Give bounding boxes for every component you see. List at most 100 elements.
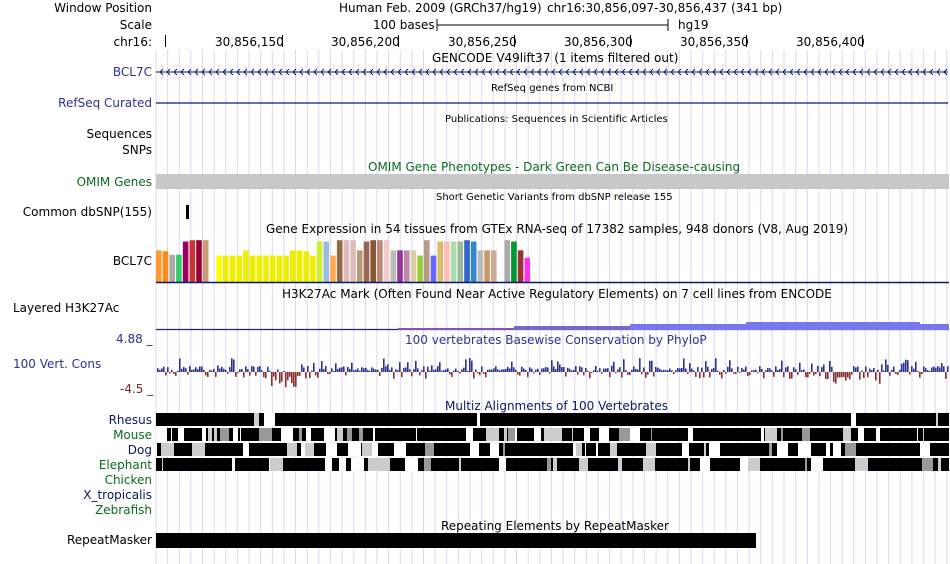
gtex-tissue-bar[interactable] (511, 241, 517, 282)
repeatmasker-element[interactable] (156, 533, 756, 548)
phylop-track-title[interactable]: 100 vertebrates Basewise Conservation by… (405, 333, 707, 347)
multiz-gap (651, 428, 652, 441)
gtex-tissue-bar[interactable] (169, 254, 175, 282)
phylop-bar (521, 366, 523, 372)
phylop-bar (421, 370, 423, 372)
repeatmasker-track-title[interactable]: Repeating Elements by RepeatMasker (441, 519, 669, 533)
gtex-tissue-bar[interactable] (444, 241, 450, 282)
gtex-tissue-bar[interactable] (316, 241, 323, 282)
gtex-tissue-bar[interactable] (484, 250, 490, 282)
publications-track-title[interactable]: Publications: Sequences in Scientific Ar… (445, 114, 668, 125)
gtex-tissue-bar[interactable] (370, 240, 376, 282)
gtex-tissue-bar[interactable] (517, 250, 524, 282)
gtex-tissue-bar[interactable] (310, 255, 316, 282)
gtex-tissue-bar[interactable] (156, 250, 162, 282)
h3k27ac-track-title[interactable]: H3K27Ac Mark (Often Found Near Active Re… (282, 287, 832, 301)
scale-bases: 100 bases (373, 18, 435, 32)
omim-track-title[interactable]: OMIM Gene Phenotypes - Dark Green Can Be… (368, 160, 740, 174)
gtex-tissue-bar[interactable] (229, 255, 236, 282)
publications-track-label[interactable]: Sequences (0, 127, 152, 141)
gtex-tissue-bar[interactable] (196, 240, 202, 282)
gtex-tissue-bar[interactable] (256, 255, 263, 282)
gtex-tissue-bar[interactable] (182, 241, 189, 282)
gtex-tissue-bar[interactable] (296, 250, 303, 282)
gtex-tissue-bar[interactable] (524, 257, 531, 282)
gtex-tissue-bar[interactable] (457, 241, 464, 282)
gtex-tissue-bar[interactable] (477, 250, 484, 282)
gtex-tissue-bar[interactable] (437, 241, 443, 282)
gtex-tissue-bar[interactable] (350, 240, 356, 282)
phylop-bar (303, 367, 305, 372)
refseq-track-label[interactable]: RefSeq Curated (0, 96, 152, 110)
gtex-tissue-bar[interactable] (397, 250, 403, 282)
refseq-track-title[interactable]: RefSeq genes from NCBI (491, 83, 613, 94)
gtex-tissue-bar[interactable] (243, 250, 249, 282)
gtex-tissue-bar[interactable] (276, 255, 283, 282)
gtex-tissue-bar[interactable] (357, 250, 363, 282)
gtex-tissue-bar[interactable] (491, 250, 497, 282)
gtex-tissue-bar[interactable] (343, 240, 350, 282)
gtex-tissue-bar[interactable] (403, 250, 410, 282)
multiz-gap (232, 458, 235, 471)
gtex-tissue-bar[interactable] (283, 255, 289, 282)
omim-track-label[interactable]: OMIM Genes (0, 175, 152, 189)
gtex-tissue-bar[interactable] (189, 240, 196, 282)
gtex-track-title[interactable]: Gene Expression in 54 tissues from GTEx … (266, 222, 848, 236)
h3k27ac-signal[interactable] (156, 322, 949, 331)
h3k27ac-track-label[interactable]: Layered H3K27Ac (13, 301, 119, 315)
gtex-tissue-bar[interactable] (236, 255, 242, 282)
gtex-tissue-bar[interactable] (363, 241, 370, 282)
snps-track-label[interactable]: SNPs (0, 143, 152, 157)
gtex-tissue-bar[interactable] (504, 240, 510, 282)
multiz-species-zebrafish[interactable]: Zebrafish (0, 503, 152, 517)
gtex-tissue-bar[interactable] (470, 241, 477, 282)
gtex-tissue-bar[interactable] (290, 250, 296, 282)
multiz-gap (337, 428, 343, 441)
gtex-tissue-bar[interactable] (410, 250, 417, 282)
gtex-tissue-bar[interactable] (269, 255, 276, 282)
gtex-tissue-bar[interactable] (424, 240, 430, 282)
gtex-tissue-bar[interactable] (450, 241, 457, 282)
multiz-track-title[interactable]: Multiz Alignments of 100 Vertebrates (445, 399, 668, 413)
gtex-tissue-bar[interactable] (336, 240, 343, 282)
multiz-species-rhesus[interactable]: Rhesus (0, 413, 152, 427)
phylop-bar (753, 370, 755, 372)
omim-gene-bar[interactable] (156, 174, 949, 189)
gtex-tissue-bar[interactable] (383, 240, 390, 282)
gtex-tissue-bar[interactable] (417, 255, 423, 282)
multiz-gap (802, 428, 810, 441)
gtex-tissue-bar[interactable] (377, 240, 383, 282)
gtex-tissue-bar[interactable] (330, 255, 336, 282)
gencode-track-title[interactable]: GENCODE V49lift37 (1 items filtered out) (432, 51, 678, 65)
multiz-species-elephant[interactable]: Elephant (0, 458, 152, 472)
multiz-species-xtropicalis[interactable]: X_tropicalis (0, 488, 152, 502)
multiz-species-dog[interactable]: Dog (0, 443, 152, 457)
gtex-tissue-bar[interactable] (223, 255, 229, 282)
gtex-tissue-bar[interactable] (303, 251, 309, 282)
gtex-tissue-bar[interactable] (464, 240, 470, 282)
gtex-tissue-bar[interactable] (202, 240, 209, 282)
multiz-gap (264, 413, 275, 426)
phylop-bar (471, 360, 473, 372)
gtex-tissue-bar[interactable] (263, 255, 269, 282)
gtex-tissue-bar[interactable] (249, 255, 256, 282)
dbsnp-track-label[interactable]: Common dbSNP(155) (0, 205, 152, 219)
multiz-gap (688, 428, 693, 441)
gtex-tissue-bar[interactable] (390, 250, 397, 282)
gencode-gene-bcl7c[interactable] (156, 68, 948, 76)
gtex-track-label[interactable]: BCL7C (0, 254, 152, 268)
phylop-bar (227, 372, 229, 374)
phylop-track-label[interactable]: 100 Vert. Cons (13, 357, 101, 371)
dbsnp-variant[interactable] (186, 205, 189, 219)
gencode-track-label[interactable]: BCL7C (0, 65, 152, 79)
gtex-tissue-bar[interactable] (176, 254, 182, 282)
repeatmasker-track-label[interactable]: RepeatMasker (0, 533, 152, 547)
gtex-tissue-bar[interactable] (162, 251, 169, 282)
gtex-tissue-bar[interactable] (323, 241, 330, 282)
dbsnp-track-title[interactable]: Short Genetic Variants from dbSNP releas… (436, 192, 673, 203)
gtex-tissue-bar[interactable] (216, 255, 222, 282)
multiz-species-chicken[interactable]: Chicken (0, 473, 152, 487)
multiz-species-mouse[interactable]: Mouse (0, 428, 152, 442)
gtex-tissue-bar[interactable] (430, 255, 437, 282)
phylop-bar (535, 369, 537, 372)
